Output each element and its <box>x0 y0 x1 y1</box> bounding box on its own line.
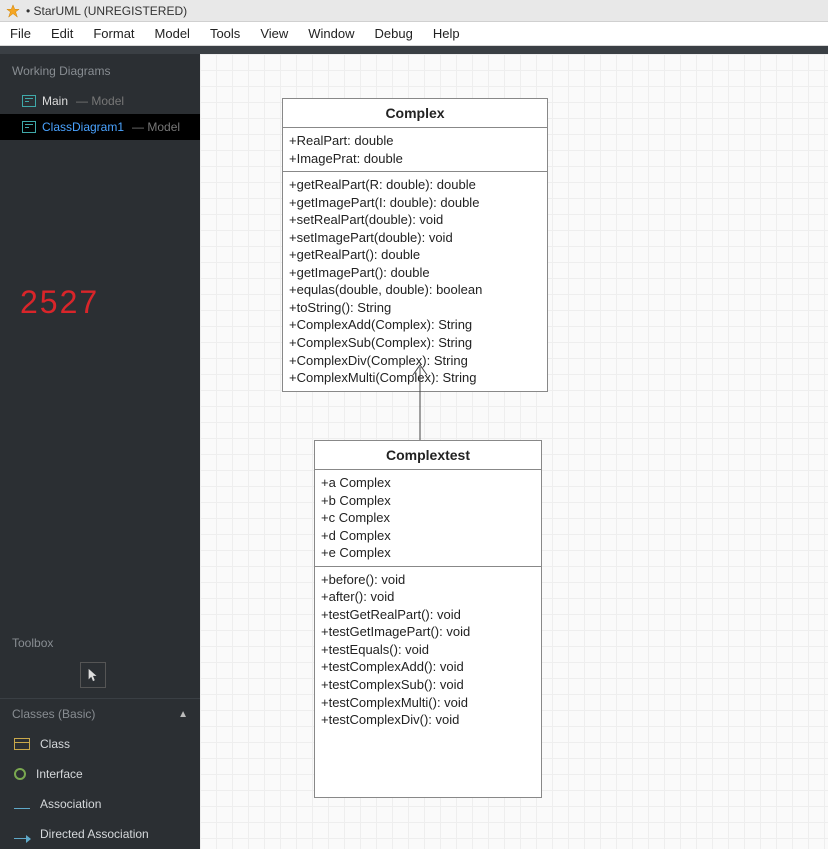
uml-attributes: +RealPart: double +ImagePrat: double <box>283 128 547 172</box>
window-title: • StarUML (UNREGISTERED) <box>26 4 187 18</box>
toolbox-select-tool[interactable] <box>80 662 106 688</box>
menu-edit[interactable]: Edit <box>41 22 83 45</box>
menu-view[interactable]: View <box>250 22 298 45</box>
toolbox-item-label: Directed Association <box>40 827 149 841</box>
diagram-canvas[interactable]: Complex +RealPart: double +ImagePrat: do… <box>200 54 828 849</box>
diagram-icon <box>22 121 36 133</box>
toolbox-header: Toolbox <box>0 626 200 660</box>
app-logo-icon <box>6 4 20 18</box>
menu-model[interactable]: Model <box>145 22 200 45</box>
menu-window[interactable]: Window <box>298 22 364 45</box>
menu-file[interactable]: File <box>0 22 41 45</box>
toolbox-item-label: Association <box>40 797 101 811</box>
diagram-item-suffix: — Model <box>76 94 124 108</box>
uml-class-complex[interactable]: Complex +RealPart: double +ImagePrat: do… <box>282 98 548 392</box>
toolbox-section-classes-basic[interactable]: Classes (Basic) ▲ <box>0 698 200 729</box>
uml-class-name: Complex <box>283 99 547 128</box>
collapse-icon: ▲ <box>178 709 188 720</box>
toolbox-item-class[interactable]: Class <box>0 729 200 759</box>
association-icon <box>14 803 30 805</box>
menu-debug[interactable]: Debug <box>365 22 423 45</box>
diagram-item-main[interactable]: Main — Model <box>0 88 200 114</box>
directed-association-icon <box>14 833 30 835</box>
interface-icon <box>14 768 26 780</box>
working-diagrams-header: Working Diagrams <box>0 54 200 88</box>
diagram-icon <box>22 95 36 107</box>
toolbox-item-association[interactable]: Association <box>0 789 200 819</box>
diagram-item-classdiagram1[interactable]: ClassDiagram1 — Model <box>0 114 200 140</box>
toolbox-item-interface[interactable]: Interface <box>0 759 200 789</box>
menu-tools[interactable]: Tools <box>200 22 250 45</box>
toolbar-separator <box>0 46 828 54</box>
menu-bar: File Edit Format Model Tools View Window… <box>0 22 828 46</box>
menu-format[interactable]: Format <box>83 22 144 45</box>
uml-operations: +before(): void +after(): void +testGetR… <box>315 567 541 813</box>
cursor-icon <box>86 668 100 682</box>
uml-operations: +getRealPart(R: double): double +getImag… <box>283 172 547 391</box>
diagram-item-suffix: — Model <box>132 120 180 134</box>
toolbox-item-directed-association[interactable]: Directed Association <box>0 819 200 849</box>
class-icon <box>14 738 30 750</box>
toolbox-item-label: Class <box>40 737 70 751</box>
uml-class-complextest[interactable]: Complextest +a Complex +b Complex +c Com… <box>314 440 542 798</box>
diagram-item-label: ClassDiagram1 <box>42 120 124 134</box>
diagram-item-label: Main <box>42 94 68 108</box>
toolbox-item-label: Interface <box>36 767 83 781</box>
uml-class-name: Complextest <box>315 441 541 470</box>
handwritten-annotation: 2527 <box>20 284 99 321</box>
menu-help[interactable]: Help <box>423 22 470 45</box>
title-bar: • StarUML (UNREGISTERED) <box>0 0 828 22</box>
uml-attributes: +a Complex +b Complex +c Complex +d Comp… <box>315 470 541 567</box>
